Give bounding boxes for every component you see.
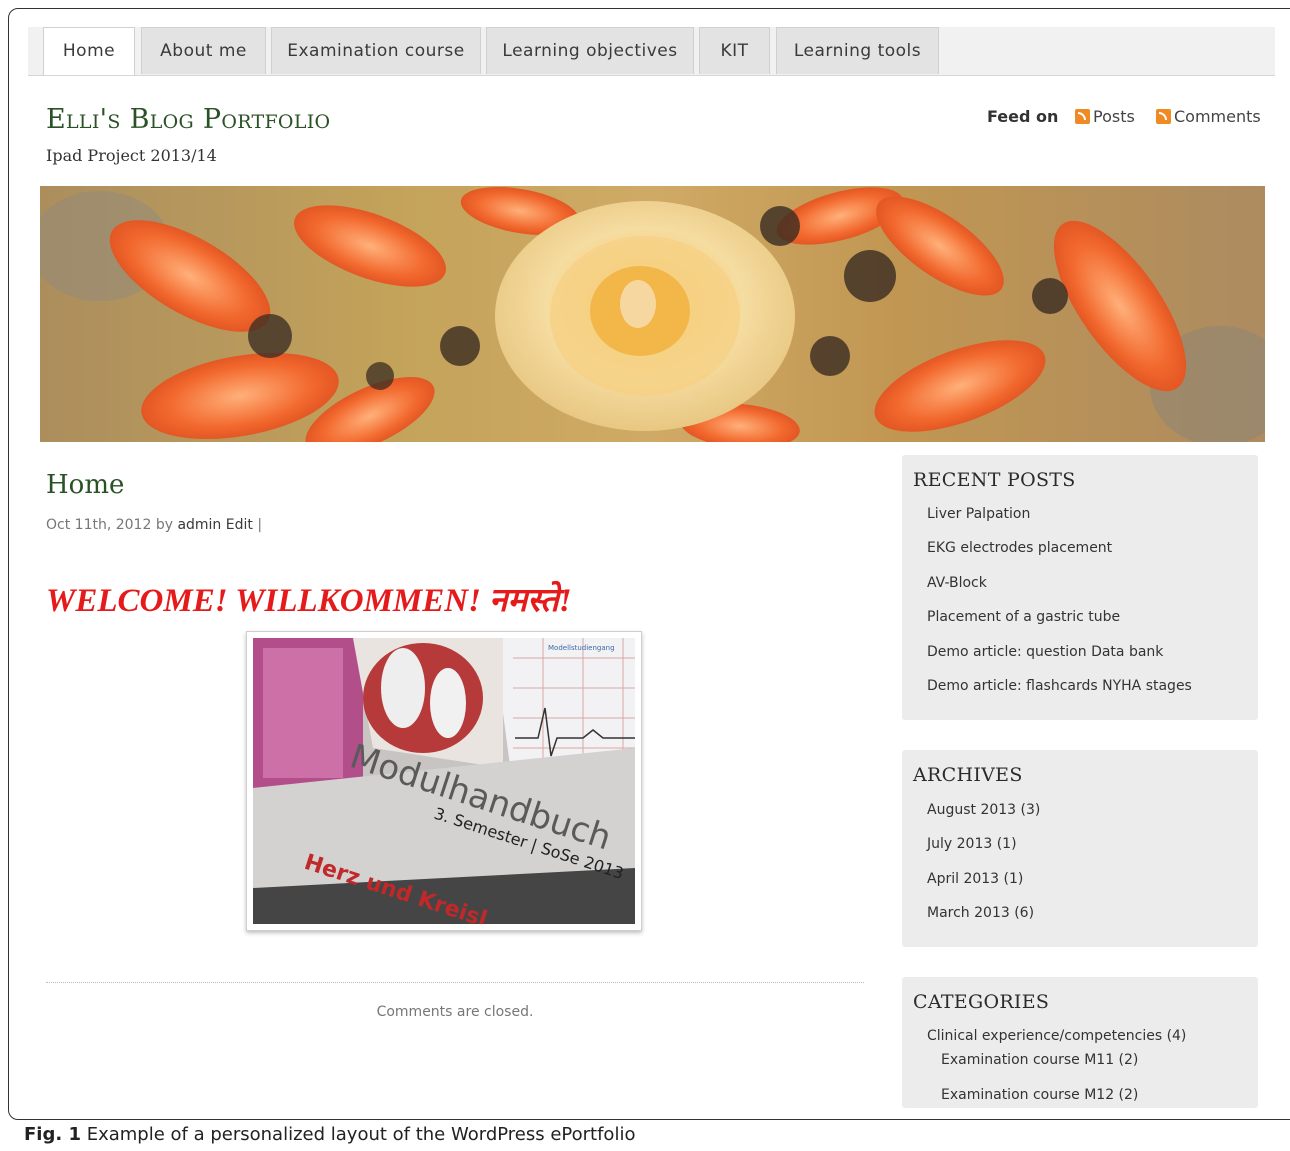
post-meta: Oct 11th, 2012 by admin Edit | — [46, 517, 262, 533]
recent-post-link[interactable]: Demo article: question Data bank — [927, 644, 1163, 660]
subcategory-link[interactable]: Examination course M11 (2) — [941, 1052, 1138, 1068]
recent-post-link[interactable]: Placement of a gastric tube — [927, 609, 1120, 625]
figure-caption-text: Example of a personalized layout of the … — [86, 1124, 636, 1145]
category-link[interactable]: Clinical experience/competencies (4) — [927, 1028, 1186, 1044]
widget-recent-posts: RECENT POSTS Liver Palpation EKG electro… — [902, 455, 1258, 720]
author-link[interactable]: admin — [177, 517, 221, 533]
rss-icon — [1156, 109, 1171, 124]
archive-link[interactable]: July 2013 (1) — [927, 836, 1017, 852]
tab-home[interactable]: Home — [43, 27, 135, 75]
tab-about-me[interactable]: About me — [141, 27, 266, 74]
widget-categories: CATEGORIES Clinical experience/competenc… — [902, 977, 1258, 1108]
module-handbook-photo: Modulhandbuch 3. Semester | SoSe 2013 He… — [253, 638, 635, 924]
tab-learning-objectives[interactable]: Learning objectives — [486, 27, 694, 74]
photo-corner-text: Modellstudiengang — [548, 644, 615, 652]
main-nav: Home About me Examination course Learnin… — [28, 27, 1275, 76]
widget-archives: ARCHIVES August 2013 (3) July 2013 (1) A… — [902, 750, 1258, 947]
header-banner-image — [40, 186, 1265, 442]
widget-title: ARCHIVES — [913, 764, 1023, 786]
widget-title: RECENT POSTS — [913, 469, 1076, 491]
edit-link[interactable]: Edit — [226, 517, 253, 533]
feed-comments-link[interactable]: Comments — [1156, 107, 1261, 126]
comments-closed-notice: Comments are closed. — [376, 1004, 534, 1020]
widget-title: CATEGORIES — [913, 991, 1050, 1013]
feed-posts-label: Posts — [1093, 107, 1135, 126]
meta-separator: | — [257, 517, 263, 533]
feed-comments-label: Comments — [1174, 107, 1261, 126]
divider — [46, 982, 864, 983]
post-date: Oct 11th, 2012 by — [46, 517, 173, 533]
site-subtitle: Ipad Project 2013/14 — [46, 146, 217, 165]
tab-learning-tools[interactable]: Learning tools — [776, 27, 939, 74]
rss-icon — [1075, 109, 1090, 124]
tab-kit[interactable]: KIT — [699, 27, 770, 74]
site-title[interactable]: Elli's Blog Portfolio — [46, 104, 330, 135]
archive-link[interactable]: August 2013 (3) — [927, 802, 1040, 818]
feed-posts-link[interactable]: Posts — [1075, 107, 1135, 126]
subcategory-link[interactable]: Examination course M12 (2) — [941, 1087, 1138, 1103]
recent-post-link[interactable]: Liver Palpation — [927, 506, 1030, 522]
post-image: Modulhandbuch 3. Semester | SoSe 2013 He… — [246, 631, 642, 931]
recent-post-link[interactable]: AV-Block — [927, 575, 987, 591]
tab-examination-course[interactable]: Examination course — [271, 27, 481, 74]
recent-post-link[interactable]: EKG electrodes placement — [927, 540, 1112, 556]
figure-label: Fig. 1 — [24, 1124, 81, 1145]
feed-label: Feed on — [987, 107, 1059, 126]
archive-link[interactable]: April 2013 (1) — [927, 871, 1023, 887]
archive-link[interactable]: March 2013 (6) — [927, 905, 1034, 921]
welcome-heading: WELCOME! WILLKOMMEN! नमस्ते! — [46, 583, 572, 619]
page-title: Home — [46, 470, 125, 500]
recent-post-link[interactable]: Demo article: flashcards NYHA stages — [927, 678, 1192, 694]
figure-caption: Fig. 1 Example of a personalized layout … — [24, 1124, 635, 1145]
